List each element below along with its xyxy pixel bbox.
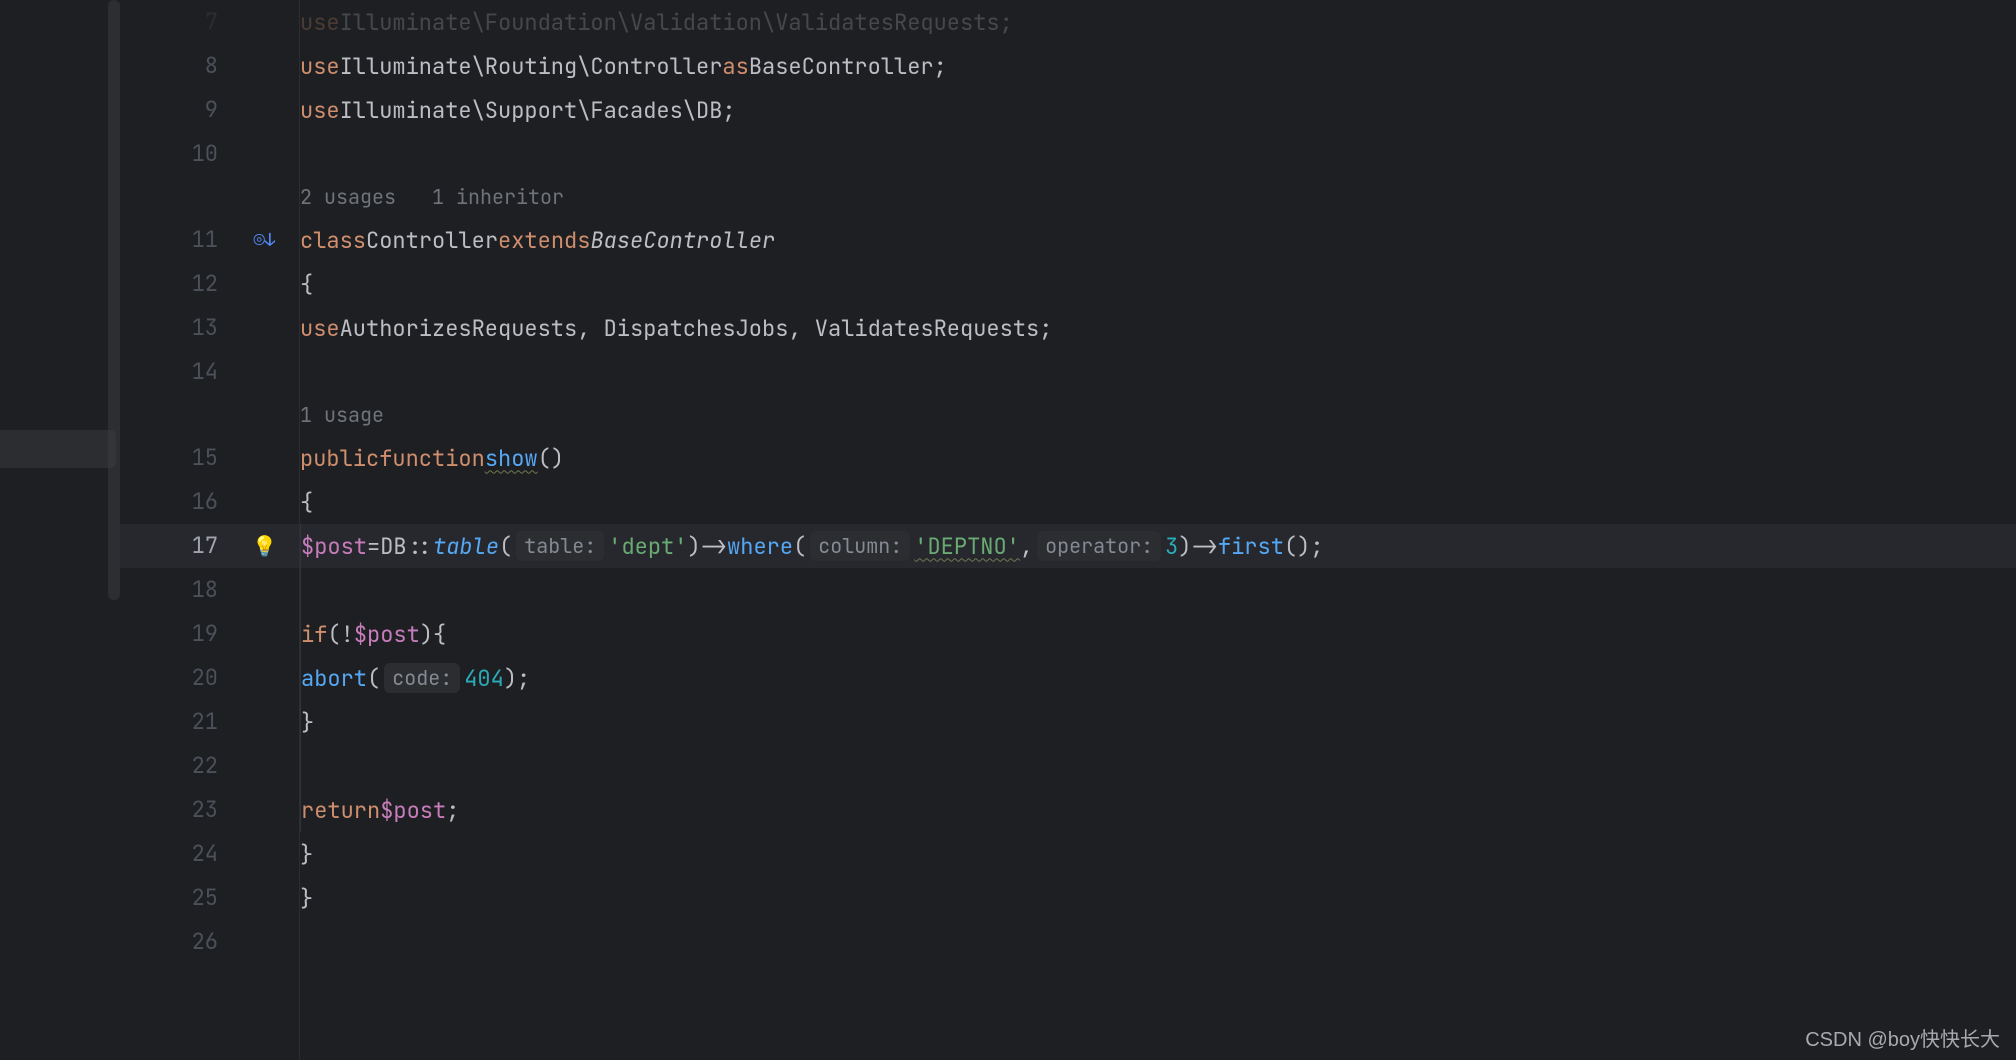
sidebar-selection[interactable] [0, 430, 116, 468]
code-line[interactable] [300, 132, 2016, 176]
line-number[interactable]: 23 [120, 788, 230, 832]
line-number[interactable]: 22 [120, 744, 230, 788]
line-number[interactable]: 20 [120, 656, 230, 700]
keyword-return: return [301, 796, 380, 825]
method-call: first [1218, 532, 1284, 561]
line-number[interactable]: 25 [120, 876, 230, 920]
line-number[interactable]: 11 [120, 218, 230, 262]
code-line[interactable]: if (!$post) { [300, 612, 2016, 656]
code-editor[interactable]: use Illuminate\Foundation\Validation\Val… [300, 0, 2016, 1060]
keyword-function: function [379, 444, 485, 473]
namespace: Illuminate\Routing\Controller [340, 52, 723, 81]
line-number[interactable]: 12 [120, 262, 230, 306]
line-number[interactable]: 21 [120, 700, 230, 744]
code-line[interactable]: return $post; [300, 788, 2016, 832]
trait-list: AuthorizesRequests, DispatchesJobs, Vali… [340, 314, 1040, 343]
keyword-use: use [300, 52, 340, 81]
keyword-if: if [301, 620, 327, 649]
line-number[interactable]: 10 [120, 132, 230, 176]
number-literal: 404 [464, 664, 504, 693]
class-name: BaseController [590, 226, 775, 255]
param-hint: code: [384, 663, 460, 693]
param-hint: operator: [1037, 531, 1161, 561]
line-number[interactable]: 7 [120, 0, 230, 44]
class-name: Controller [366, 226, 498, 255]
string-literal: 'dept' [608, 532, 687, 561]
line-number [120, 176, 230, 218]
code-line[interactable]: } [300, 876, 2016, 920]
keyword-use: use [300, 314, 340, 343]
variable: $post [380, 796, 446, 825]
code-line[interactable]: class Controller extends BaseController [300, 218, 2016, 262]
variable: $post [301, 532, 367, 561]
method-name: show [485, 444, 538, 473]
keyword-class: class [300, 226, 366, 255]
code-line[interactable]: use Illuminate\Routing\Controller as Bas… [300, 44, 2016, 88]
code-line[interactable] [300, 744, 2016, 788]
sidebar-scrollbar[interactable] [108, 0, 120, 600]
code-line[interactable]: use Illuminate\Support\Facades\DB; [300, 88, 2016, 132]
line-number-gutter[interactable]: 7 8 9 10 11 12 13 14 15 16 17 18 19 20 2… [120, 0, 230, 1060]
code-line[interactable]: abort(code: 404); [300, 656, 2016, 700]
keyword-public: public [300, 444, 379, 473]
code-line[interactable] [300, 568, 2016, 612]
editor-root: 7 8 9 10 11 12 13 14 15 16 17 18 19 20 2… [0, 0, 2016, 1060]
namespace: Illuminate\Support\Facades\DB [340, 96, 723, 125]
line-number [120, 394, 230, 436]
method-call: table [433, 532, 499, 561]
gutter-icons: ◎↓ 💡 [230, 0, 300, 1060]
line-number[interactable]: 15 [120, 436, 230, 480]
line-number[interactable]: 19 [120, 612, 230, 656]
keyword-use: use [300, 96, 340, 125]
usage-hint[interactable]: 1 usage [300, 394, 2016, 436]
code-line-current[interactable]: $post = DB::table(table: 'dept')->where(… [300, 524, 2016, 568]
line-number[interactable]: 8 [120, 44, 230, 88]
intention-bulb-icon[interactable]: 💡 [252, 533, 277, 559]
line-number[interactable]: 26 [120, 920, 230, 964]
code-line[interactable]: { [300, 480, 2016, 524]
code-line[interactable]: use Illuminate\Foundation\Validation\Val… [300, 0, 2016, 44]
param-hint: column: [810, 531, 910, 561]
code-line[interactable] [300, 920, 2016, 964]
class-name: BaseController [749, 52, 934, 81]
code-line[interactable]: } [300, 832, 2016, 876]
line-number[interactable]: 16 [120, 480, 230, 524]
string-literal: 'DEPTNO' [914, 532, 1020, 561]
param-hint: table: [516, 531, 604, 561]
code-line[interactable]: use AuthorizesRequests, DispatchesJobs, … [300, 306, 2016, 350]
variable: $post [354, 620, 420, 649]
code-line[interactable]: public function show() [300, 436, 2016, 480]
line-number[interactable]: 14 [120, 350, 230, 394]
keyword-extends: extends [498, 226, 590, 255]
number-literal: 3 [1165, 532, 1178, 561]
code-line[interactable]: } [300, 700, 2016, 744]
class-ref: DB [380, 532, 406, 561]
code-line[interactable] [300, 350, 2016, 394]
usage-hint[interactable]: 2 usages 1 inheritor [300, 176, 2016, 218]
line-number[interactable]: 13 [120, 306, 230, 350]
keyword-as: as [722, 52, 748, 81]
line-number[interactable]: 9 [120, 88, 230, 132]
line-number[interactable]: 18 [120, 568, 230, 612]
method-call: where [727, 532, 793, 561]
implements-icon[interactable]: ◎↓ [254, 229, 276, 252]
project-sidebar [0, 0, 120, 1060]
line-number-current[interactable]: 17 [120, 524, 230, 568]
watermark: CSDN @boy快快长大 [1805, 1023, 2000, 1052]
code-line[interactable]: { [300, 262, 2016, 306]
function-call: abort [301, 664, 367, 693]
line-number[interactable]: 24 [120, 832, 230, 876]
